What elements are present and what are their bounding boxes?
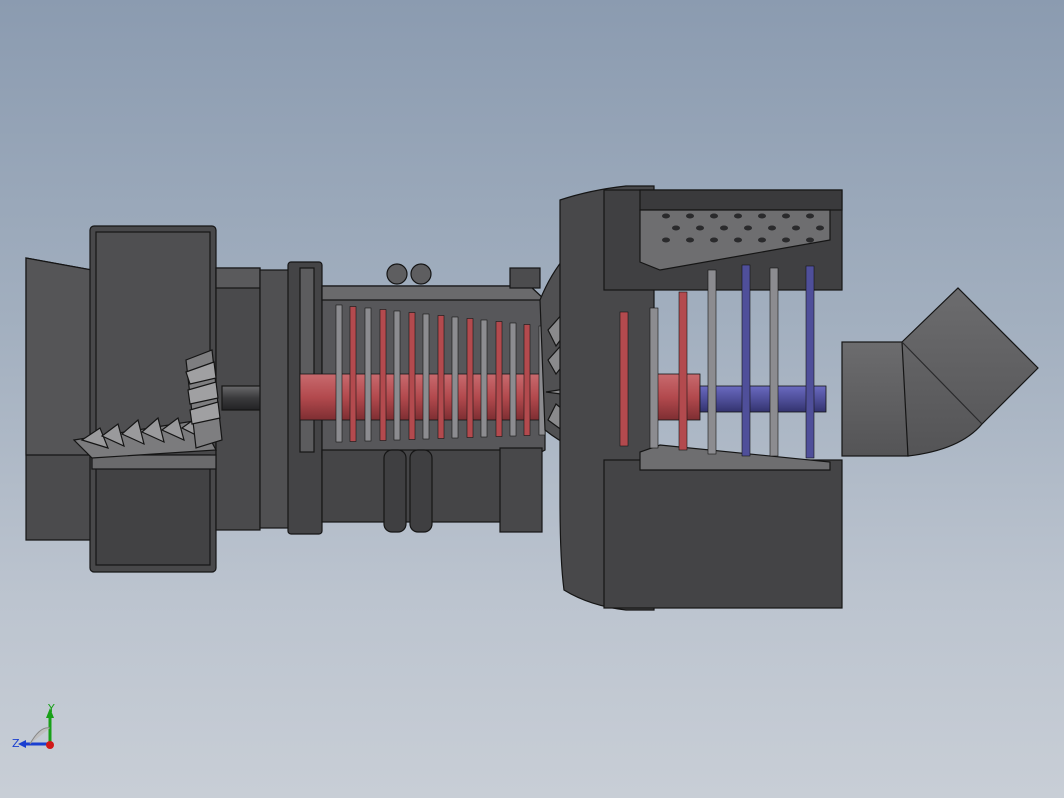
compressor-blade[interactable] [495, 321, 503, 437]
turbine-blade[interactable] [805, 265, 815, 459]
liner-hole [710, 213, 718, 219]
compressor-blade[interactable] [466, 318, 474, 438]
turbine-blade[interactable] [741, 264, 751, 457]
liner-hole [662, 237, 670, 243]
graphics-viewport[interactable]: Y Z [0, 0, 1064, 798]
liner-hole [768, 225, 776, 231]
liner-hole [720, 225, 728, 231]
liner-hole [758, 237, 766, 243]
compressor-blade[interactable] [408, 312, 416, 440]
turbine-blade[interactable] [678, 291, 688, 451]
turbine-blade[interactable] [649, 307, 659, 449]
z-axis-label: Z [12, 737, 20, 750]
compressor-blade[interactable] [379, 309, 387, 441]
compressor-blade[interactable] [364, 307, 372, 442]
liner-hole [734, 213, 742, 219]
compressor-blade[interactable] [480, 319, 488, 438]
liner-hole [806, 213, 814, 219]
turbine-blade[interactable] [619, 311, 629, 447]
fuel-fitting[interactable] [410, 263, 432, 285]
liner-hole [686, 213, 694, 219]
liner-hole [744, 225, 752, 231]
compressor-blade[interactable] [349, 306, 357, 442]
fuel-fitting[interactable] [386, 263, 408, 285]
turbine-blade[interactable] [707, 269, 717, 455]
liner-hole [734, 237, 742, 243]
turbine-blade[interactable] [769, 267, 779, 457]
compressor-blade[interactable] [509, 322, 517, 437]
exhaust-elbow[interactable] [841, 287, 1039, 457]
compressor-stages[interactable] [335, 304, 546, 443]
compressor-blade[interactable] [393, 310, 401, 441]
compressor-blade[interactable] [523, 324, 531, 436]
liner-hole [696, 225, 704, 231]
liner-hole [782, 213, 790, 219]
compressor-blade[interactable] [422, 313, 430, 440]
turbine-engine-model[interactable] [25, 185, 1039, 611]
y-axis-label: Y [47, 702, 55, 715]
liner-hole [662, 213, 670, 219]
liner-hole [816, 225, 824, 231]
liner-hole [806, 237, 814, 243]
liner-hole [686, 237, 694, 243]
liner-hole [792, 225, 800, 231]
compressor-blade[interactable] [335, 304, 343, 443]
liner-hole [672, 225, 680, 231]
compressor-blade[interactable] [437, 315, 445, 439]
liner-hole [710, 237, 718, 243]
compressor-blade[interactable] [451, 316, 459, 439]
liner-hole [782, 237, 790, 243]
liner-hole [758, 213, 766, 219]
axis-triad: Y Z [12, 702, 55, 750]
